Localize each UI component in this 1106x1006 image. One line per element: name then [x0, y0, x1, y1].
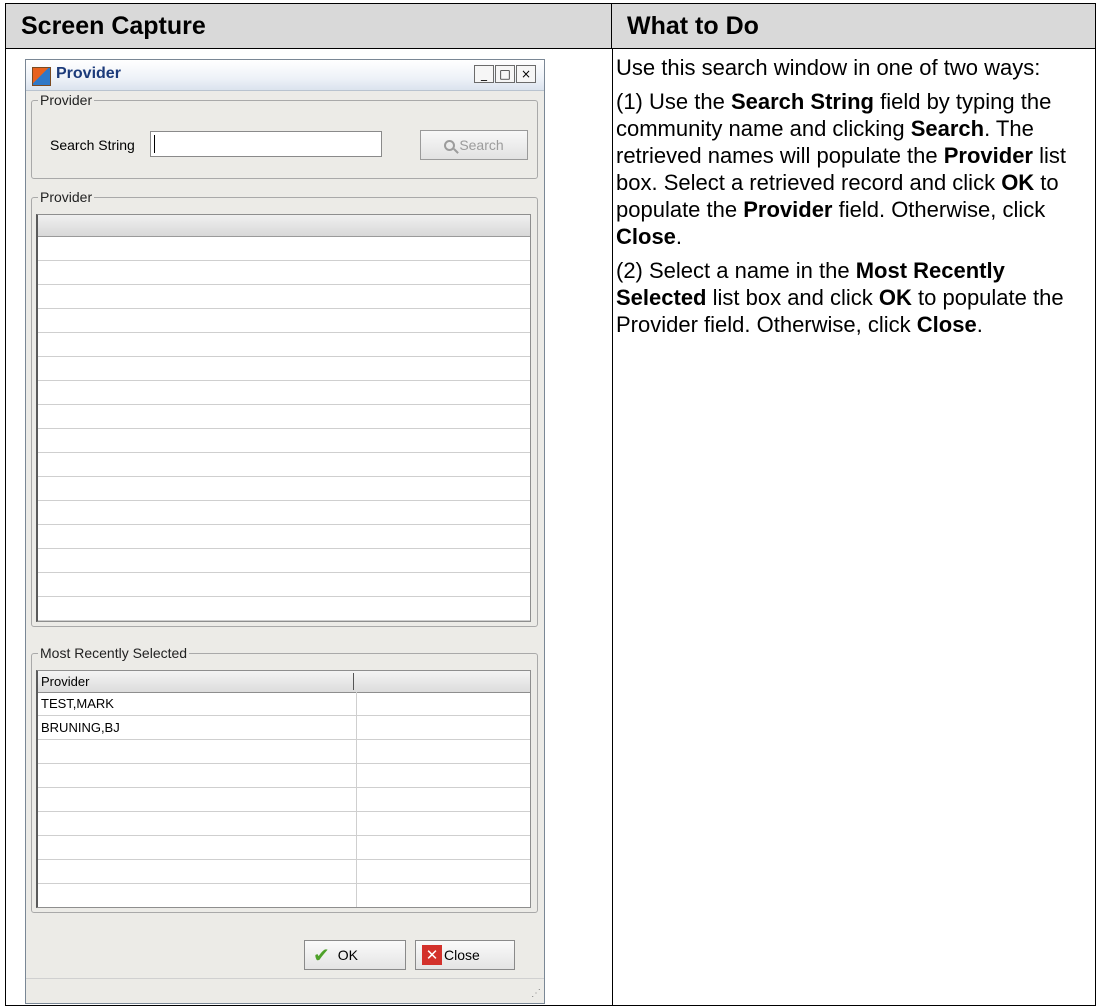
search-group: Provider Search String Search	[31, 92, 538, 179]
search-string-input[interactable]	[150, 131, 382, 157]
magnifier-icon	[444, 139, 456, 151]
text: .	[675, 224, 683, 249]
bold-close: Close	[616, 224, 676, 249]
header-what-to-do: What to Do	[612, 4, 1095, 49]
mrs-column-provider[interactable]: Provider	[38, 671, 353, 692]
close-button[interactable]: ✕ Close	[415, 940, 515, 970]
text-caret	[154, 135, 155, 153]
results-group-label: Provider	[38, 189, 95, 205]
column-separator	[353, 673, 354, 690]
search-string-label: Search String	[50, 137, 135, 153]
provider-results-list[interactable]	[36, 214, 531, 622]
search-group-label: Provider	[38, 92, 95, 108]
maximize-button[interactable]: □	[495, 65, 515, 83]
green-check-icon: ✔	[313, 943, 330, 967]
text: (1) Use the	[616, 89, 731, 114]
most-recently-selected-group: Most Recently Selected Provider TEST,MAR…	[31, 645, 538, 913]
instruction-step-1: (1) Use the Search String field by typin…	[616, 88, 1076, 250]
text: (2) Select a name in the	[616, 258, 856, 283]
search-button[interactable]: Search	[420, 130, 528, 160]
bold-provider: Provider	[743, 197, 833, 222]
status-strip: ⋰	[26, 978, 544, 1003]
bold-search: Search	[910, 116, 985, 141]
mrs-group-label: Most Recently Selected	[38, 645, 190, 661]
minimize-button[interactable]: _	[474, 65, 494, 83]
text: field. Otherwise, click	[832, 197, 1046, 222]
bold-close: Close	[916, 312, 977, 337]
header-screen-capture: Screen Capture	[6, 4, 612, 49]
resize-grip-icon[interactable]: ⋰	[531, 988, 541, 999]
bold-search-string: Search String	[730, 89, 874, 114]
close-button-label: Close	[444, 947, 480, 963]
search-button-label: Search	[459, 137, 504, 153]
dialog-title: Provider	[56, 65, 121, 82]
mrs-column-2[interactable]	[356, 671, 530, 692]
list-item[interactable]: BRUNING,BJ	[38, 717, 354, 739]
mrs-list-header: Provider	[38, 671, 530, 693]
bold-provider: Provider	[943, 143, 1033, 168]
bold-ok: OK	[1001, 170, 1035, 195]
ok-button-label: OK	[337, 947, 358, 963]
results-list-header	[38, 215, 530, 237]
column-divider	[612, 49, 613, 1005]
most-recently-selected-list[interactable]: Provider TEST,MARK BRUNING,BJ	[36, 670, 531, 908]
red-x-icon: ✕	[422, 945, 442, 965]
text: list box and click	[706, 285, 879, 310]
results-list-rows	[38, 237, 530, 621]
ok-button[interactable]: ✔ OK	[304, 940, 406, 970]
instruction-intro: Use this search window in one of two way…	[616, 55, 1041, 80]
instruction-step-2: (2) Select a name in the Most Recently S…	[616, 257, 1076, 338]
list-item[interactable]: TEST,MARK	[38, 693, 354, 715]
bold-ok: OK	[878, 285, 912, 310]
close-window-button[interactable]: ×	[516, 65, 536, 83]
title-bar[interactable]: Provider _ □ ×	[26, 60, 544, 91]
provider-dialog: Provider _ □ × Provider Search String Se…	[25, 59, 545, 1004]
results-group: Provider	[31, 189, 538, 627]
instructions: Use this search window in one of two way…	[616, 54, 1076, 345]
mrs-column-divider	[356, 692, 357, 907]
provider-app-icon	[32, 67, 51, 86]
window-controls: _ □ ×	[473, 65, 536, 83]
text: .	[976, 312, 983, 337]
